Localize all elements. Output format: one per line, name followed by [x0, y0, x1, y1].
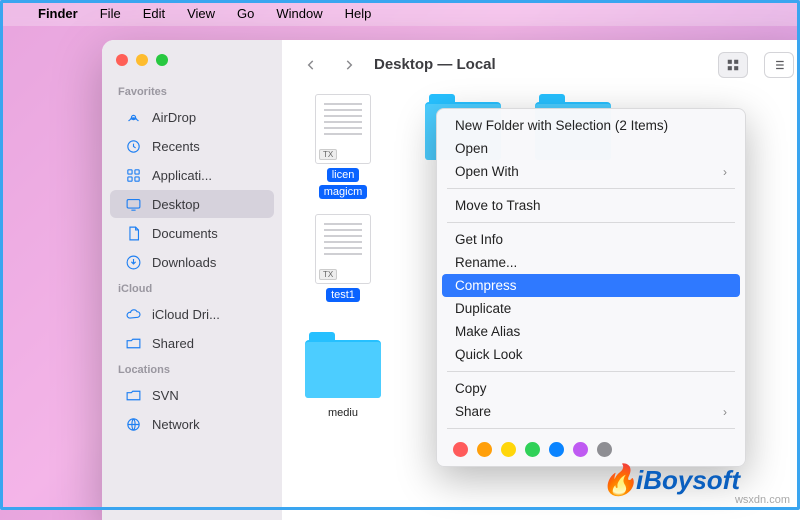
- sidebar-item-shared[interactable]: Shared: [110, 329, 274, 357]
- zoom-button[interactable]: [156, 54, 168, 66]
- menu-open-with[interactable]: Open With›: [437, 160, 745, 183]
- menu-file[interactable]: File: [100, 6, 121, 21]
- sidebar-item-label: Network: [152, 417, 200, 432]
- apps-icon: [124, 166, 142, 184]
- tag-green[interactable]: [525, 442, 540, 457]
- menubar: Finder File Edit View Go Window Help: [0, 0, 800, 26]
- sidebar-item-label: iCloud Dri...: [152, 307, 220, 322]
- menu-separator: [447, 371, 735, 372]
- clock-icon: [124, 137, 142, 155]
- menu-separator: [447, 222, 735, 223]
- desktop-icon: [124, 195, 142, 213]
- tag-red[interactable]: [453, 442, 468, 457]
- document-icon: [124, 224, 142, 242]
- sidebar-item-svn[interactable]: SVN: [110, 381, 274, 409]
- sidebar-item-label: Documents: [152, 226, 218, 241]
- menu-rename[interactable]: Rename...: [437, 251, 745, 274]
- file-name[interactable]: mediu: [323, 406, 363, 420]
- menu-view[interactable]: View: [187, 6, 215, 21]
- sidebar-section-locations: Locations: [102, 358, 282, 380]
- tag-blue[interactable]: [549, 442, 564, 457]
- tag-row: [437, 434, 745, 461]
- file-item[interactable]: TX test1: [298, 214, 388, 305]
- sidebar-section-favorites: Favorites: [102, 80, 282, 102]
- menu-open[interactable]: Open: [437, 137, 745, 160]
- minimize-button[interactable]: [136, 54, 148, 66]
- sidebar-item-documents[interactable]: Documents: [110, 219, 274, 247]
- menu-window[interactable]: Window: [276, 6, 322, 21]
- menu-go[interactable]: Go: [237, 6, 254, 21]
- menu-copy[interactable]: Copy: [437, 377, 745, 400]
- menu-edit[interactable]: Edit: [143, 6, 165, 21]
- menu-separator: [447, 428, 735, 429]
- menu-make-alias[interactable]: Make Alias: [437, 320, 745, 343]
- file-name[interactable]: licen: [327, 168, 360, 182]
- sidebar-item-desktop[interactable]: Desktop: [110, 190, 274, 218]
- text-file-icon: TX: [315, 214, 371, 284]
- flame-icon: 🔥: [601, 463, 638, 498]
- file-name[interactable]: test1: [326, 288, 360, 302]
- sidebar-item-airdrop[interactable]: AirDrop: [110, 103, 274, 131]
- menu-separator: [447, 188, 735, 189]
- forward-button[interactable]: [336, 50, 362, 80]
- sidebar: Favorites AirDrop Recents Applicati... D…: [102, 40, 282, 520]
- sidebar-item-label: Recents: [152, 139, 200, 154]
- sidebar-section-icloud: iCloud: [102, 277, 282, 299]
- folder-icon: [124, 386, 142, 404]
- back-button[interactable]: [298, 50, 324, 80]
- sidebar-item-network[interactable]: Network: [110, 410, 274, 438]
- brand-logo: 🔥iBoysoft: [601, 463, 740, 498]
- sidebar-item-label: Applicati...: [152, 168, 212, 183]
- sidebar-item-label: Shared: [152, 336, 194, 351]
- menu-move-to-trash[interactable]: Move to Trash: [437, 194, 745, 217]
- airdrop-icon: [124, 108, 142, 126]
- file-item[interactable]: mediu: [298, 334, 388, 423]
- window-controls: [102, 50, 282, 80]
- file-item[interactable]: TX licen magicm: [298, 94, 388, 202]
- tag-gray[interactable]: [597, 442, 612, 457]
- context-menu: New Folder with Selection (2 Items) Open…: [436, 108, 746, 467]
- chevron-right-icon: ›: [723, 405, 727, 419]
- menu-get-info[interactable]: Get Info: [437, 228, 745, 251]
- sidebar-item-recents[interactable]: Recents: [110, 132, 274, 160]
- menu-quick-look[interactable]: Quick Look: [437, 343, 745, 366]
- sidebar-item-icloud-drive[interactable]: iCloud Dri...: [110, 300, 274, 328]
- menu-share[interactable]: Share›: [437, 400, 745, 423]
- globe-icon: [124, 415, 142, 433]
- chevron-right-icon: ›: [723, 165, 727, 179]
- sidebar-item-label: Desktop: [152, 197, 200, 212]
- sidebar-item-label: SVN: [152, 388, 179, 403]
- tag-purple[interactable]: [573, 442, 588, 457]
- folder-icon: [305, 340, 381, 398]
- cloud-icon: [124, 305, 142, 323]
- shared-folder-icon: [124, 334, 142, 352]
- sidebar-item-downloads[interactable]: Downloads: [110, 248, 274, 276]
- toolbar: Desktop — Local: [282, 40, 800, 90]
- sidebar-item-applications[interactable]: Applicati...: [110, 161, 274, 189]
- watermark: wsxdn.com: [735, 494, 790, 506]
- menu-duplicate[interactable]: Duplicate: [437, 297, 745, 320]
- window-title: Desktop — Local: [374, 56, 496, 73]
- sidebar-item-label: Downloads: [152, 255, 216, 270]
- tag-yellow[interactable]: [501, 442, 516, 457]
- close-button[interactable]: [116, 54, 128, 66]
- tag-orange[interactable]: [477, 442, 492, 457]
- download-icon: [124, 253, 142, 271]
- icon-view-button[interactable]: [718, 52, 748, 78]
- list-view-button[interactable]: [764, 52, 794, 78]
- menu-new-folder-selection[interactable]: New Folder with Selection (2 Items): [437, 114, 745, 137]
- text-file-icon: TX: [315, 94, 371, 164]
- menu-help[interactable]: Help: [345, 6, 372, 21]
- menu-compress[interactable]: Compress: [442, 274, 740, 297]
- file-name[interactable]: magicm: [319, 185, 368, 199]
- sidebar-item-label: AirDrop: [152, 110, 196, 125]
- menubar-app[interactable]: Finder: [38, 6, 78, 21]
